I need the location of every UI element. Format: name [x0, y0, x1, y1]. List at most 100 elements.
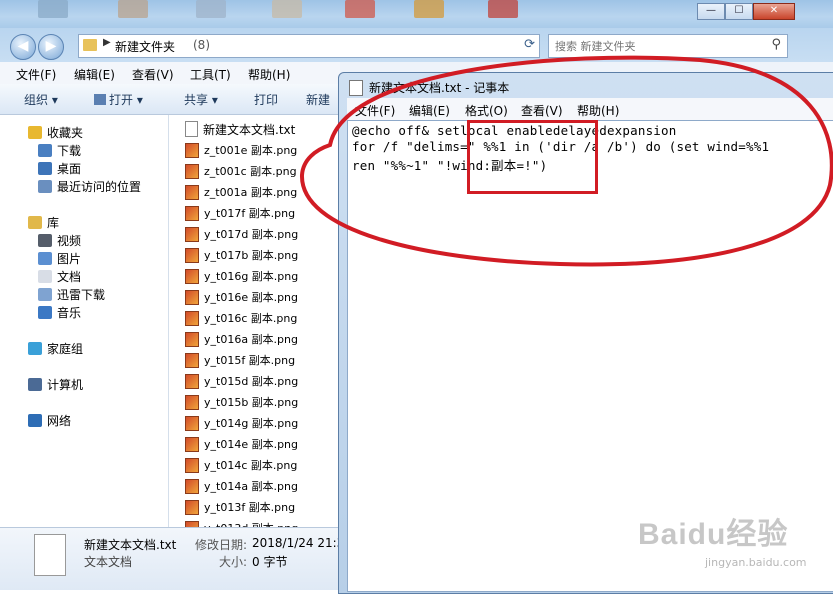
- np-menu-view[interactable]: 查看(V): [521, 102, 563, 119]
- file-name: y_t015d 副本.png: [204, 375, 299, 388]
- taskbar-thumbnail: [272, 0, 302, 18]
- file-name: y_t014g 副本.png: [204, 417, 299, 430]
- nav-item-label: 收藏夹: [47, 125, 84, 140]
- refresh-icon[interactable]: ⟳: [524, 37, 535, 52]
- file-item[interactable]: y_t016a 副本.png: [185, 329, 298, 349]
- nav-item[interactable]: 最近访问的位置: [38, 177, 141, 195]
- np-menu-edit[interactable]: 编辑(E): [409, 102, 450, 119]
- menu-view[interactable]: 查看(V): [132, 66, 174, 83]
- file-item[interactable]: z_t001a 副本.png: [185, 182, 297, 202]
- np-menu-format[interactable]: 格式(O): [465, 102, 508, 119]
- text-file-icon: [185, 121, 198, 137]
- back-button[interactable]: ◀: [10, 34, 36, 60]
- search-input[interactable]: [553, 37, 757, 55]
- nav-item[interactable]: 家庭组: [28, 339, 83, 357]
- details-filetype: 文本文档: [84, 555, 133, 569]
- np-menu-file[interactable]: 文件(F): [355, 102, 395, 119]
- file-item[interactable]: y_t015f 副本.png: [185, 350, 295, 370]
- png-file-icon: [185, 457, 199, 473]
- nav-item-label: 计算机: [47, 377, 84, 392]
- new-folder-button[interactable]: 新建: [306, 91, 330, 108]
- watermark-logo: Baidu经验: [638, 518, 789, 551]
- nav-item[interactable]: 迅雷下载: [38, 285, 105, 303]
- forward-button[interactable]: ▶: [38, 34, 64, 60]
- menu-tools[interactable]: 工具(T): [190, 66, 231, 83]
- nav-item[interactable]: 收藏夹: [28, 123, 83, 141]
- file-item[interactable]: y_t016c 副本.png: [185, 308, 297, 328]
- file-item[interactable]: z_t001c 副本.png: [185, 161, 297, 181]
- file-item[interactable]: y_t017d 副本.png: [185, 224, 298, 244]
- download-folder-icon: [38, 143, 52, 157]
- file-list: 新建文本文档.txt z_t001e 副本.png z_t001c 副本.png z_…: [169, 115, 344, 527]
- nav-item[interactable]: 音乐: [38, 303, 81, 321]
- explorer-menubar: 文件(F) 编辑(E) 查看(V) 工具(T) 帮助(H): [0, 62, 340, 84]
- nav-item-label: 下载: [57, 143, 82, 158]
- search-box[interactable]: ⚲: [548, 34, 788, 58]
- nav-item[interactable]: 计算机: [28, 375, 83, 393]
- file-item[interactable]: y_t014e 副本.png: [185, 434, 298, 454]
- nav-item-label: 视频: [57, 233, 82, 248]
- file-item[interactable]: y_t015d 副本.png: [185, 371, 298, 391]
- png-file-icon: [185, 205, 199, 221]
- file-item[interactable]: y_t014c 副本.png: [185, 455, 297, 475]
- png-file-icon: [185, 268, 199, 284]
- nav-item[interactable]: 文档: [38, 267, 81, 285]
- file-name: y_t014e 副本.png: [204, 438, 299, 451]
- open-button-label: 打开 ▾: [109, 93, 143, 107]
- address-bar[interactable]: ▶ 新建文件夹 (8) ⟳: [78, 34, 540, 58]
- nav-item[interactable]: 下载: [38, 141, 81, 159]
- file-item[interactable]: y_t016e 副本.png: [185, 287, 298, 307]
- share-button[interactable]: 共享 ▾: [184, 91, 218, 108]
- file-name: z_t001e 副本.png: [204, 144, 298, 157]
- file-item[interactable]: y_t013d 副本.png: [185, 518, 298, 527]
- watermark-url: jingyan.baidu.com: [705, 556, 807, 569]
- taskbar-thumbnail: [38, 0, 68, 18]
- file-item[interactable]: y_t014a 副本.png: [185, 476, 298, 496]
- np-menu-help[interactable]: 帮助(H): [577, 102, 619, 119]
- search-icon[interactable]: ⚲: [771, 37, 781, 52]
- nav-item[interactable]: 桌面: [38, 159, 81, 177]
- file-item[interactable]: 新建文本文档.txt: [185, 119, 295, 139]
- png-file-icon: [185, 184, 199, 200]
- file-item[interactable]: y_t014g 副本.png: [185, 413, 298, 433]
- png-file-icon: [185, 289, 199, 305]
- file-item[interactable]: y_t013f 副本.png: [185, 497, 295, 517]
- png-file-icon: [185, 499, 199, 515]
- file-name: 新建文本文档.txt: [203, 122, 296, 137]
- close-button[interactable]: ✕: [753, 3, 795, 20]
- png-file-icon: [185, 352, 199, 368]
- file-name: y_t015f 副本.png: [204, 354, 296, 367]
- file-item[interactable]: z_t001e 副本.png: [185, 140, 297, 160]
- file-item[interactable]: y_t017f 副本.png: [185, 203, 295, 223]
- nav-item[interactable]: 图片: [38, 249, 81, 267]
- nav-item[interactable]: 库: [28, 213, 59, 231]
- nav-item-label: 库: [47, 215, 60, 230]
- file-item[interactable]: y_t017b 副本.png: [185, 245, 298, 265]
- nav-item[interactable]: 网络: [28, 411, 71, 429]
- open-button[interactable]: 打开 ▾: [94, 91, 143, 108]
- minimize-button[interactable]: —: [697, 3, 725, 20]
- png-file-icon: [185, 247, 199, 263]
- print-button[interactable]: 打印: [254, 91, 278, 108]
- organize-button[interactable]: 组织 ▾: [24, 91, 58, 108]
- file-item[interactable]: y_t016g 副本.png: [185, 266, 298, 286]
- breadcrumb-folder[interactable]: 新建文件夹: [115, 38, 175, 55]
- details-size-value: 0 字节: [252, 555, 288, 569]
- menu-file[interactable]: 文件(F): [16, 66, 56, 83]
- nav-item[interactable]: 视频: [38, 231, 81, 249]
- details-size-label: 大小:: [219, 555, 248, 569]
- taskbar-thumbnail: [196, 0, 226, 18]
- png-file-icon: [185, 436, 199, 452]
- menu-help[interactable]: 帮助(H): [248, 66, 290, 83]
- menu-edit[interactable]: 编辑(E): [74, 66, 115, 83]
- file-name: y_t016a 副本.png: [204, 333, 298, 346]
- file-item[interactable]: y_t015b 副本.png: [185, 392, 298, 412]
- breadcrumb-count: (8): [193, 38, 210, 52]
- taskbar-thumbnail: [118, 0, 148, 18]
- navigation-pane: 收藏夹下载 桌面 最近访问的位置库视频图片 文档 迅雷下载 音乐家庭组计算机网络: [0, 115, 169, 527]
- computer-icon: [28, 377, 42, 391]
- notepad-title: 新建文本文档.txt - 记事本: [369, 81, 510, 95]
- maximize-button[interactable]: ☐: [725, 3, 753, 20]
- breadcrumb-arrow-icon[interactable]: ▶: [103, 37, 111, 48]
- nav-item-label: 图片: [57, 251, 82, 266]
